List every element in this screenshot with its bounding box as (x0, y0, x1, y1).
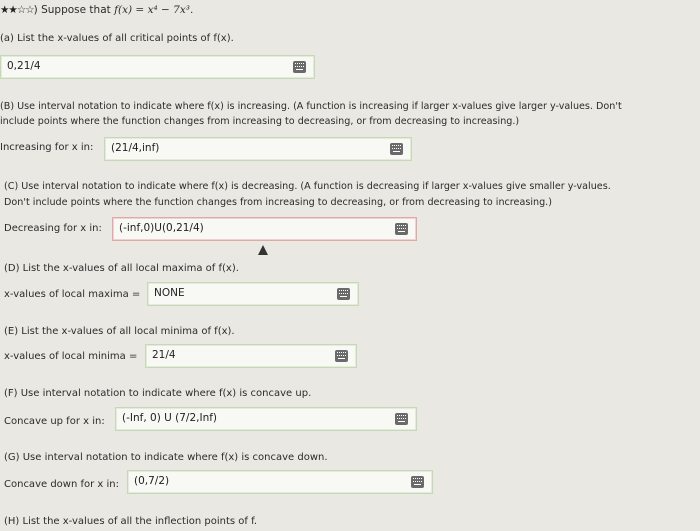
part-f-prompt: (F) Use interval notation to indicate wh… (4, 388, 312, 399)
difficulty-stars: ★★☆☆ (0, 4, 35, 16)
part-b-prompt-line2: include points where the function change… (0, 116, 520, 127)
part-a-prompt: (a) List the x-values of all critical po… (0, 33, 234, 44)
part-c-prompt-line1: (C) Use interval notation to indicate wh… (4, 181, 611, 192)
keyboard-icon[interactable] (293, 61, 306, 73)
local-minima-label: x-values of local minima = (4, 351, 138, 362)
mouse-cursor-icon (258, 245, 268, 255)
function-expression: f(x) = x⁴ − 7x³. (114, 4, 194, 16)
local-maxima-input[interactable]: NONE (147, 282, 359, 306)
keyboard-icon[interactable] (390, 143, 403, 155)
concave-up-value: (-Inf, 0) U (7/2,Inf) (122, 412, 218, 424)
part-g-prompt: (G) Use interval notation to indicate wh… (4, 452, 328, 463)
local-maxima-value: NONE (154, 287, 185, 299)
local-minima-value: 21/4 (152, 349, 176, 361)
part-d-prompt: (D) List the x-values of all local maxim… (4, 263, 239, 274)
critical-points-value: 0,21/4 (7, 60, 41, 72)
concave-down-value: (0,7/2) (134, 475, 170, 487)
decreasing-value: (-inf,0)U(0,21/4) (119, 222, 204, 234)
local-minima-input[interactable]: 21/4 (145, 344, 357, 368)
concave-up-input[interactable]: (-Inf, 0) U (7/2,Inf) (115, 407, 417, 431)
keyboard-icon[interactable] (411, 476, 424, 488)
increasing-input[interactable]: (21/4,inf) (104, 137, 412, 161)
part-b-prompt-line1: (B) Use interval notation to indicate wh… (0, 101, 622, 112)
header-text: ) Suppose that (33, 4, 115, 16)
decreasing-label: Decreasing for x in: (4, 223, 102, 234)
question-header: ★★☆☆) Suppose that f(x) = x⁴ − 7x³. (0, 4, 193, 16)
increasing-value: (21/4,inf) (111, 142, 160, 154)
part-h-prompt: (H) List the x-values of all the inflect… (4, 516, 258, 527)
concave-down-input[interactable]: (0,7/2) (127, 470, 433, 494)
increasing-label: Increasing for x in: (0, 142, 94, 153)
part-e-prompt: (E) List the x-values of all local minim… (4, 326, 235, 337)
local-maxima-label: x-values of local maxima = (4, 289, 141, 300)
concave-down-label: Concave down for x in: (4, 479, 119, 490)
keyboard-icon[interactable] (335, 350, 348, 362)
critical-points-input[interactable]: 0,21/4 (0, 55, 315, 79)
keyboard-icon[interactable] (337, 288, 350, 300)
part-c-prompt-line2: Don't include points where the function … (4, 197, 552, 208)
decreasing-input[interactable]: (-inf,0)U(0,21/4) (112, 217, 417, 241)
keyboard-icon[interactable] (395, 413, 408, 425)
keyboard-icon[interactable] (395, 223, 408, 235)
concave-up-label: Concave up for x in: (4, 416, 105, 427)
